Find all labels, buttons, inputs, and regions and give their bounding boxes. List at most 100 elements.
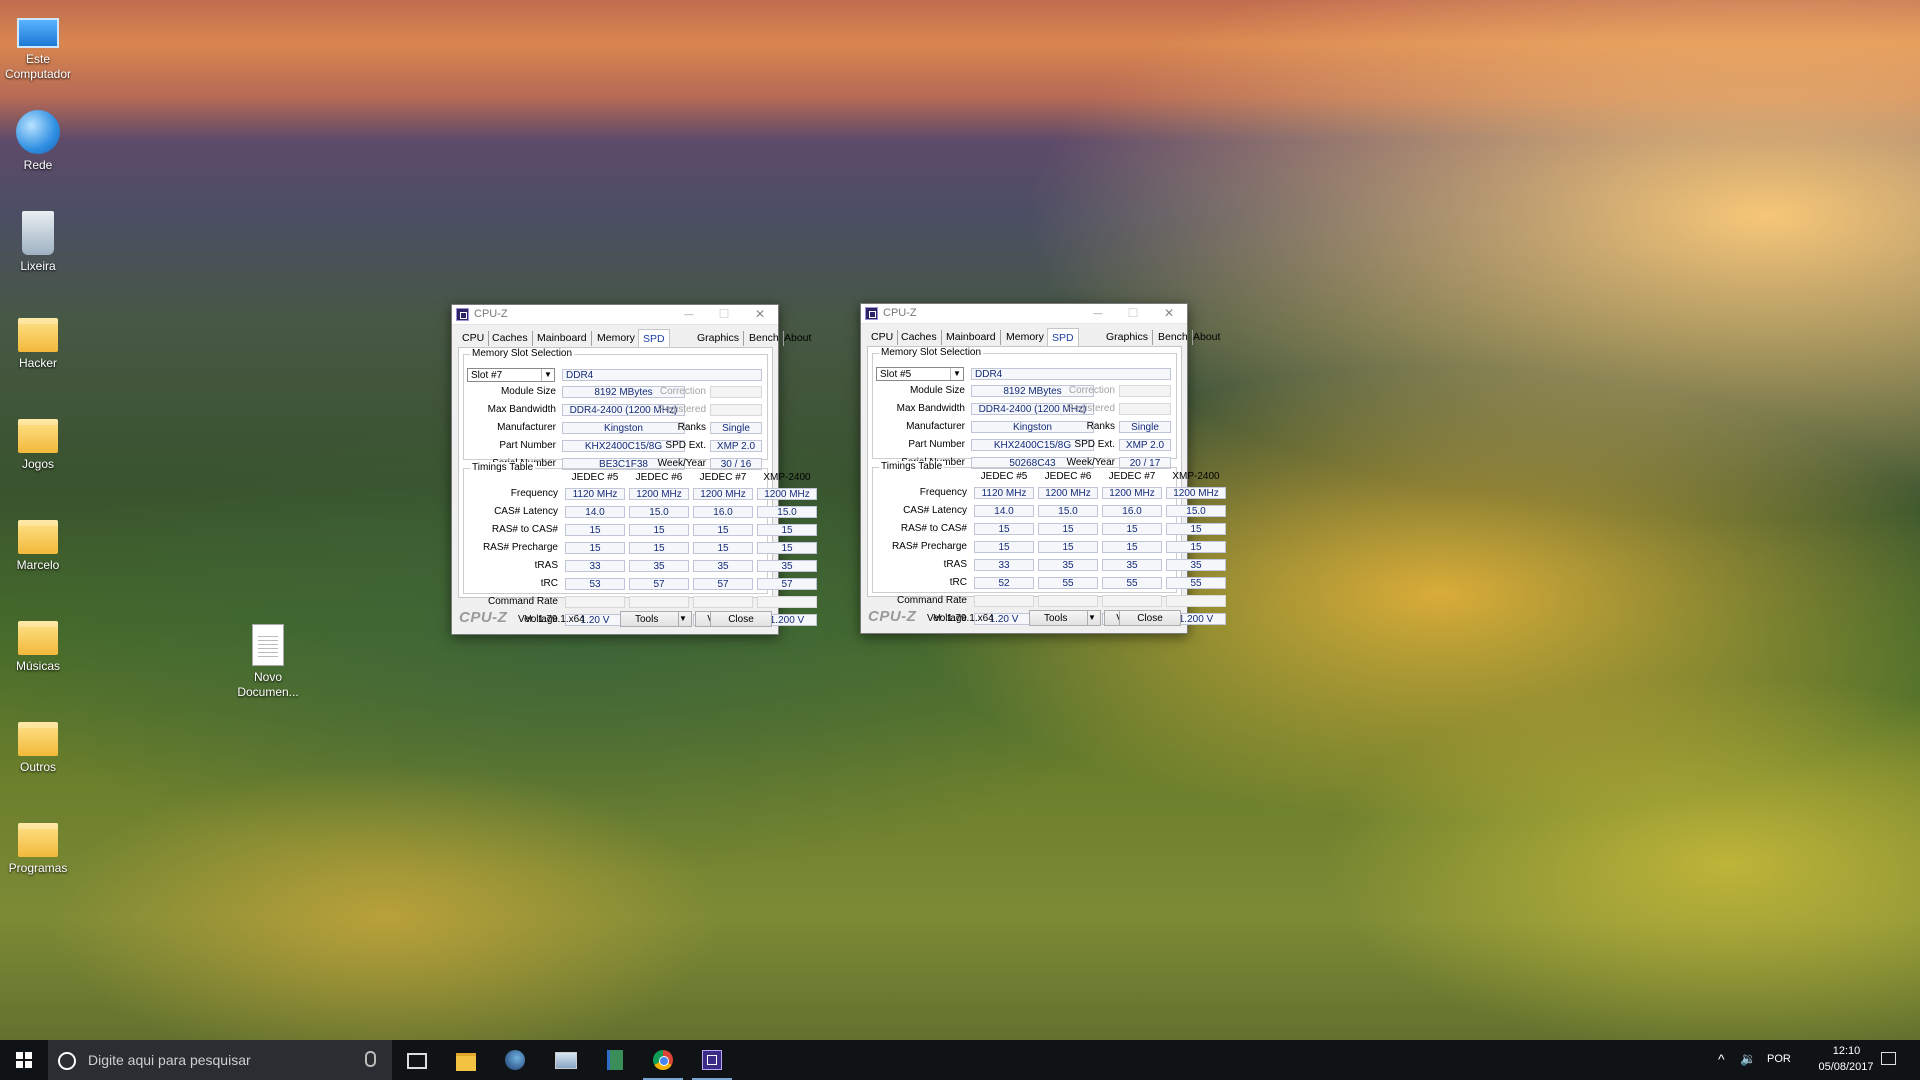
tab-bench[interactable]: Bench [745,331,784,346]
desktop-icon-jogos[interactable]: Jogos [0,413,76,472]
desktop-icon-label: Outros [19,760,56,774]
tools-button-label: Tools [1044,613,1068,624]
tab-mainboard[interactable]: Mainboard [533,331,592,346]
slot-select-value: Slot #7 [471,370,503,381]
registered-label: Registered [657,404,706,415]
timings-column-header: JEDEC #7 [1108,471,1156,482]
network-icon [16,110,60,154]
tab-cpu[interactable]: CPU [458,331,490,346]
volume-icon[interactable]: 🔉 [1740,1051,1756,1067]
tab-graphics[interactable]: Graphics [693,331,745,346]
timings-cell: 55 [1038,577,1098,589]
timings-cell: 15.0 [757,506,817,518]
desktop-icon-hacker[interactable]: Hacker [0,312,76,371]
folder-icon [18,722,58,756]
ranks-value: Single [710,422,762,434]
ranks-label: Ranks [677,422,706,433]
tab-spd[interactable]: SPD [638,329,670,348]
close-button[interactable]: Close [1119,610,1181,626]
window-title: CPU-Z [474,308,508,320]
start-button[interactable] [0,1040,48,1080]
desktop-icon-outros[interactable]: Outros [0,716,76,775]
desktop-icon-músicas[interactable]: Músicas [0,615,76,674]
close-button[interactable]: Close [710,611,772,627]
tab-mainboard[interactable]: Mainboard [942,330,1001,345]
chrome-icon[interactable] [643,1048,683,1080]
timings-row-label: tRAS [943,559,967,570]
tab-about[interactable]: About [780,331,815,346]
tab-spd[interactable]: SPD [1047,328,1079,347]
minimize-button[interactable]: — [1080,304,1116,323]
desktop-icon-label: Lixeira [20,259,56,273]
timings-cell: 52 [974,577,1034,589]
file-explorer-icon[interactable] [454,1048,478,1072]
action-center-icon[interactable] [1881,1052,1896,1065]
tab-graphics[interactable]: Graphics [1102,330,1154,345]
registered-label: Registered [1066,403,1115,414]
tab-memory[interactable]: Memory [593,331,640,346]
slot-select[interactable]: Slot #7 ▼ [467,368,555,382]
timings-cell: 35 [629,560,689,572]
close-window-button[interactable]: ✕ [1151,304,1187,323]
desktop-icon-rede[interactable]: Rede [0,110,76,173]
timings-table-group: Timings Table JEDEC #5 JEDEC #6 JEDEC #7 XMP… [463,462,817,626]
search-box[interactable]: Digite aqui para pesquisar [48,1040,392,1080]
timings-cell: 57 [757,578,817,590]
tab-cpu[interactable]: CPU [867,330,899,345]
timings-cell: 15 [1102,523,1162,535]
timings-cell: 15 [693,524,753,536]
max-bandwidth-label: Max Bandwidth [896,403,965,414]
desktop-icon-este-computador[interactable]: Este Computador [0,10,76,82]
tab-caches[interactable]: Caches [488,331,533,346]
dropdown-arrow-icon[interactable]: ▼ [678,612,691,626]
maximize-button[interactable]: ☐ [706,305,742,324]
desktop-icon-label: Este [25,52,50,66]
clock-date[interactable]: 05/08/2017 [1811,1061,1881,1073]
cpuz-window-1[interactable]: CPU-Z — ☐ ✕ CPU Caches Mainboard Memory SPD Graph… [451,304,817,635]
maximize-button[interactable]: ☐ [1115,304,1151,323]
correction-value [1119,385,1171,397]
desktop-icon-lixeira[interactable]: Lixeira [0,211,76,274]
cpuz-window-2[interactable]: CPU-Z — ☐ ✕ CPU Caches Mainboard Memory SPD Graph… [860,303,1226,634]
title-bar[interactable]: CPU-Z — ☐ ✕ [861,304,1187,324]
task-view-icon[interactable] [404,1048,428,1072]
tab-caches[interactable]: Caches [897,330,942,345]
tools-button[interactable]: Tools ▼ [620,611,692,627]
taskbar: Digite aqui para pesquisar ^ 🔉 POR 12:10… [0,1040,1920,1080]
spd-ext-label: SPD Ext. [665,440,706,451]
slot-select[interactable]: Slot #5 ▼ [876,367,964,381]
title-bar[interactable]: CPU-Z — ☐ ✕ [452,305,778,325]
spd-ext-label: SPD Ext. [1074,439,1115,450]
timings-row-label: tRAS [534,560,558,571]
minimize-button[interactable]: — [671,305,707,324]
microphone-icon[interactable] [365,1051,376,1067]
timings-cell: 15 [565,524,625,536]
tab-bench[interactable]: Bench [1154,330,1193,345]
tools-button[interactable]: Tools ▼ [1029,610,1101,626]
close-window-button[interactable]: ✕ [742,305,778,324]
timings-cell: 15 [1166,523,1226,535]
memory-slot-group: Memory Slot Selection Slot #7 ▼ DDR4 Module … [463,348,768,470]
timings-row-label: RAS# Precharge [482,542,558,553]
desktop-icon-new-document[interactable]: Novo Documen... [230,624,306,700]
timings-cell: 15.0 [1166,505,1226,517]
folder-icon [18,419,58,453]
tab-about[interactable]: About [1189,330,1224,345]
clock-time[interactable]: 12:10 [1819,1045,1874,1057]
notepad-icon[interactable] [602,1048,626,1072]
tab-memory[interactable]: Memory [1002,330,1049,345]
language-indicator[interactable]: POR [1767,1053,1791,1065]
spd-ext-value: XMP 2.0 [1119,439,1171,451]
cpuz-icon[interactable] [692,1048,732,1080]
desktop-icon-marcelo[interactable]: Marcelo [0,514,76,573]
desktop-icon-programas[interactable]: Programas [0,817,76,876]
timings-row-label: RAS# to CAS# [491,524,558,535]
show-hidden-icons-chevron-icon[interactable]: ^ [1718,1051,1725,1067]
correction-value [710,386,762,398]
dropdown-arrow-icon: ▼ [950,368,963,380]
control-panel-icon[interactable] [553,1048,577,1072]
cortana-icon [58,1052,76,1070]
dropdown-arrow-icon[interactable]: ▼ [1087,611,1100,625]
steam-icon[interactable] [503,1048,527,1072]
timings-cell: 1200 MHz [1038,487,1098,499]
